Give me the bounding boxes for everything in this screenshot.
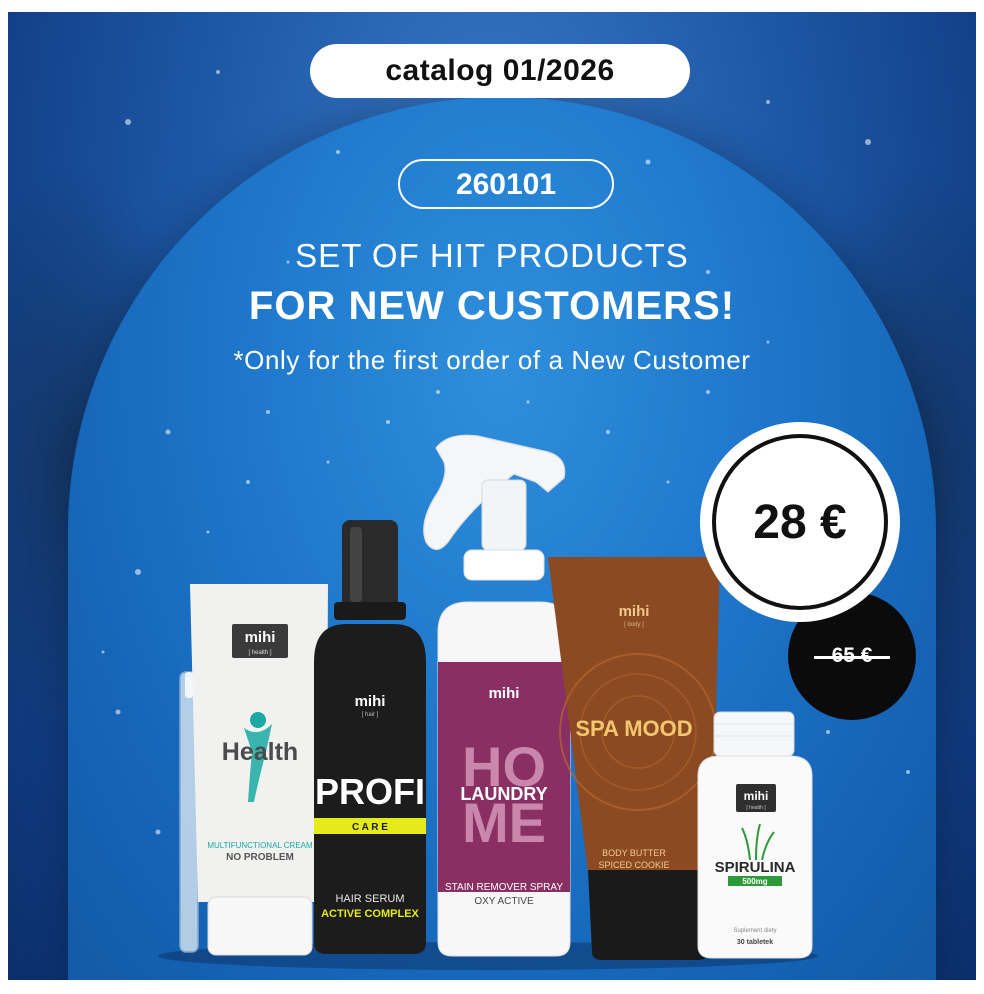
home-laundry-spray: mihi HO ME LAUNDRY STAIN REMOVER SPRAY O… (423, 434, 571, 957)
spirulina-name: SPIRULINA (715, 859, 796, 876)
profi-band: C A R E (352, 822, 388, 833)
new-price: 28 € (753, 495, 847, 549)
health-line2: NO PROBLEM (226, 852, 294, 863)
health-name: Health (222, 738, 298, 766)
health-line1: MULTIFUNCTIONAL CREAM (207, 841, 313, 850)
spa-line1: BODY BUTTER (602, 848, 666, 858)
home-name: LAUNDRY (460, 784, 547, 804)
health-sub: [ health ] (248, 650, 271, 656)
spirulina-line2: 30 tabletek (737, 939, 773, 946)
profi-name: PROFI (315, 771, 425, 812)
home-brand: mihi (489, 685, 520, 702)
spa-brand: mihi (619, 603, 650, 620)
profi-sub: [ hair ] (362, 712, 379, 718)
spa-name: SPA MOOD (575, 716, 692, 741)
spirulina-line1: Suplement diety (733, 928, 776, 934)
spirulina-dose: 500mg (742, 877, 767, 886)
spirulina-sub: [ health ] (746, 805, 766, 811)
spirulina-brand: mihi (744, 789, 769, 803)
old-price-strikethrough (814, 656, 890, 659)
profi-line2: ACTIVE COMPLEX (321, 908, 419, 920)
spa-line2: SPICED COOKIE (598, 860, 669, 870)
spa-sub: [ body ] (624, 622, 644, 628)
spa-mood-body-butter: mihi [ body ] SPA MOOD BODY BUTTER SPICE… (548, 557, 720, 960)
promo-banner: catalog 01/2026 260101 SET OF HIT PRODUC… (8, 12, 976, 980)
spirulina-jar: mihi [ health ] SPIRULINA 500mg Suplemen… (697, 711, 813, 959)
health-brand: mihi (245, 629, 276, 646)
health-cream-tube: mihi [ health ] Health MULTIFUNCTIONAL C… (190, 584, 328, 956)
profi-line1: HAIR SERUM (335, 893, 404, 905)
new-price-badge: 28 € (700, 422, 900, 622)
home-line1: STAIN REMOVER SPRAY (445, 882, 563, 893)
profi-serum-bottle: mihi [ hair ] PROFI C A R E HAIR SERUM A… (314, 520, 426, 954)
home-line2: OXY ACTIVE (474, 896, 534, 907)
profi-brand: mihi (355, 693, 386, 710)
